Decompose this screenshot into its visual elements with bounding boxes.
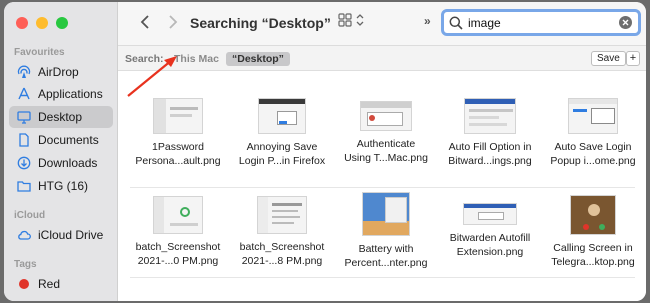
file-thumbnail: [570, 195, 616, 235]
sidebar: Favourites AirDrop Applications Desktop …: [4, 2, 118, 301]
sidebar-item-label: Documents: [38, 133, 99, 147]
clear-search-icon[interactable]: [619, 16, 632, 29]
tags-heading: Tags: [14, 259, 37, 270]
scope-desktop-button[interactable]: “Desktop”: [226, 52, 290, 66]
file-thumbnail: [153, 196, 203, 234]
file-name: Battery with Percent...nter.png: [344, 243, 428, 269]
sidebar-item-label: Desktop: [38, 110, 83, 124]
file-item[interactable]: Auto Fill Option in Bitward...ings.png: [440, 98, 540, 168]
file-name: batch_Screenshot 2021-...0 PM.png: [135, 241, 221, 267]
annotation-arrow-icon: [127, 56, 177, 97]
sidebar-item-htg[interactable]: HTG (16): [9, 175, 113, 197]
file-name: Calling Screen in Telegra...ktop.png: [551, 242, 635, 268]
close-window-button[interactable]: [16, 17, 28, 29]
file-thumbnail: [360, 101, 412, 131]
search-scope-bar: Search: This Mac “Desktop” Save +: [118, 46, 646, 71]
file-item[interactable]: Calling Screen in Telegra...ktop.png: [543, 195, 643, 269]
sidebar-item-label: Red: [38, 277, 61, 291]
minimize-window-button[interactable]: [36, 17, 48, 29]
search-input[interactable]: [468, 15, 608, 30]
document-icon: [16, 133, 32, 147]
red-tag-dot-icon: [16, 277, 32, 291]
up-down-chevron-icon: [356, 14, 364, 26]
sidebar-item-applications[interactable]: Applications: [9, 83, 113, 105]
chevron-right-icon: [169, 15, 178, 29]
airdrop-icon: [16, 65, 32, 79]
sidebar-item-documents[interactable]: Documents: [9, 129, 113, 151]
file-name: 1Password Persona...ault.png: [135, 141, 221, 167]
sidebar-item-downloads[interactable]: Downloads: [9, 152, 113, 174]
sidebar-item-label: HTG (16): [38, 179, 89, 193]
file-thumbnail: [257, 196, 307, 234]
window-title: Searching “Desktop”: [190, 15, 331, 31]
icloud-heading: iCloud: [14, 210, 46, 221]
save-search-button[interactable]: Save: [591, 51, 626, 66]
file-item[interactable]: Annoying Save Login P...in Firefox: [232, 98, 332, 168]
sidebar-tag-red[interactable]: Red: [9, 273, 113, 295]
file-thumbnail: [258, 98, 306, 134]
file-name: Annoying Save Login P...in Firefox: [238, 141, 326, 167]
sidebar-item-label: Downloads: [38, 156, 98, 170]
file-item[interactable]: batch_Screenshot 2021-...0 PM.png: [128, 196, 228, 268]
add-criteria-button[interactable]: +: [626, 51, 640, 66]
search-icon: [449, 16, 463, 30]
sidebar-item-label: iCloud Drive: [38, 228, 104, 242]
file-name: Bitwarden Autofill Extension.png: [449, 232, 531, 258]
chevron-left-icon: [140, 15, 149, 29]
favourites-heading: Favourites: [14, 47, 65, 58]
search-field[interactable]: [441, 9, 641, 36]
file-item[interactable]: Battery with Percent...nter.png: [336, 192, 436, 270]
file-thumbnail: [463, 203, 517, 225]
download-icon: [16, 156, 32, 170]
sidebar-item-label: Applications: [38, 87, 103, 101]
desktop-icon: [16, 110, 32, 124]
file-name: Authenticate Using T...Mac.png: [344, 138, 428, 164]
file-item[interactable]: 1Password Persona...ault.png: [128, 98, 228, 168]
file-item[interactable]: batch_Screenshot 2021-...8 PM.png: [232, 196, 332, 268]
sidebar-item-label: AirDrop: [38, 65, 79, 79]
file-thumbnail: [568, 98, 618, 134]
window-controls: [16, 17, 68, 29]
file-item[interactable]: Auto Save Login Popup i...ome.png: [543, 98, 643, 168]
cloud-icon: [16, 228, 32, 242]
applications-icon: [16, 87, 32, 101]
file-thumbnail: [464, 98, 516, 134]
sidebar-item-desktop[interactable]: Desktop: [9, 106, 113, 128]
back-button[interactable]: [136, 12, 154, 32]
toolbar: Searching “Desktop” »: [118, 2, 646, 46]
more-toolbar-items-button[interactable]: »: [424, 14, 431, 28]
folder-icon: [16, 179, 32, 193]
file-name: batch_Screenshot 2021-...8 PM.png: [239, 241, 325, 267]
results-grid: 1Password Persona...ault.png Annoying Sav…: [118, 71, 646, 301]
grid-view-icon: [338, 13, 352, 27]
sidebar-item-icloud-drive[interactable]: iCloud Drive: [9, 224, 113, 246]
file-thumbnail: [153, 98, 203, 134]
maximize-window-button[interactable]: [56, 17, 68, 29]
view-options-button[interactable]: [338, 13, 364, 27]
forward-button[interactable]: [164, 12, 182, 32]
sidebar-item-airdrop[interactable]: AirDrop: [9, 61, 113, 83]
file-name: Auto Fill Option in Bitward...ings.png: [448, 141, 532, 167]
finder-window: Favourites AirDrop Applications Desktop …: [4, 2, 646, 301]
file-item[interactable]: Authenticate Using T...Mac.png: [336, 101, 436, 165]
row-divider: [130, 187, 635, 188]
file-item[interactable]: Bitwarden Autofill Extension.png: [440, 203, 540, 259]
file-thumbnail: [362, 192, 410, 236]
file-name: Auto Save Login Popup i...ome.png: [550, 141, 636, 167]
row-divider: [130, 277, 635, 278]
